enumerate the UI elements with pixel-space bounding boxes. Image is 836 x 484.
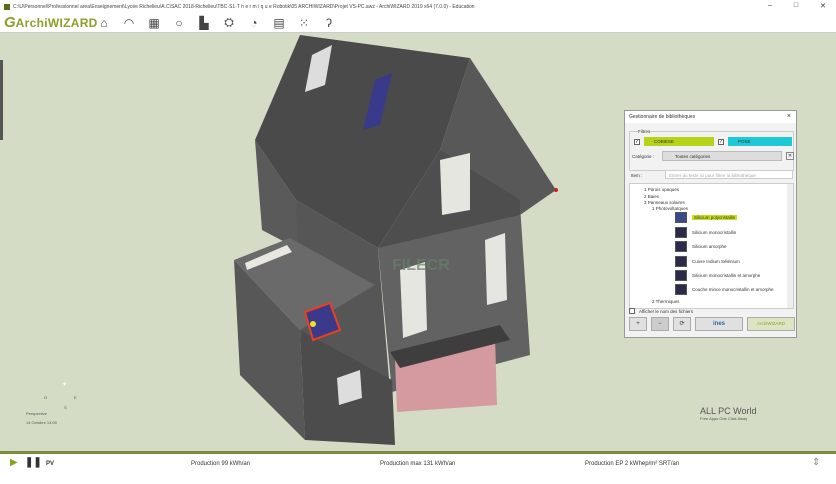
filters-group: Filtres ✓ COBIESE ✓ POSE Catégorie : Tou… bbox=[629, 129, 794, 171]
archiwizard-library-button[interactable]: ArchiWIZARD bbox=[747, 317, 795, 331]
filter2-chip[interactable]: POSE bbox=[728, 137, 792, 146]
tree-item[interactable]: Silicium amorphe bbox=[692, 244, 727, 249]
sun-icon: ✦ bbox=[62, 382, 68, 388]
tree-item[interactable]: 2 Baies bbox=[644, 194, 659, 199]
filter2-checkbox[interactable]: ✓ bbox=[718, 139, 724, 145]
mode-label: PV bbox=[46, 461, 55, 467]
filter1-checkbox[interactable]: ✓ bbox=[634, 139, 640, 145]
tree-item[interactable]: 1 Parois opaques bbox=[644, 187, 679, 192]
dialog-title: Gestionnaire de bibliothèques bbox=[629, 114, 696, 120]
tree-item[interactable]: Silicium monocristallin bbox=[692, 230, 736, 235]
compass: ✦ O E S Perspective 14 Octobre 13:00 bbox=[26, 382, 77, 425]
production-value: Production 99 kWh/an bbox=[191, 461, 251, 467]
pause-button[interactable]: ❚❚ bbox=[25, 457, 42, 468]
item-search-input[interactable]: Entrer du texte ici pour filtrer la bibl… bbox=[665, 170, 793, 179]
tree-item[interactable]: 2 Thermiques bbox=[652, 299, 679, 304]
ines-button[interactable]: ines bbox=[695, 317, 743, 331]
tree-item[interactable]: Silicium monocristallin et amorphe bbox=[692, 273, 760, 278]
clear-category-button[interactable]: ✕ bbox=[786, 152, 794, 160]
production-ep-value: Production EP 2 kWhep/m² SRT/an bbox=[585, 461, 680, 467]
tree-item[interactable]: Cuivre Indium Sélénium bbox=[692, 259, 740, 264]
remove-button[interactable]: − bbox=[651, 317, 669, 331]
filecr-watermark: FILECR bbox=[392, 257, 450, 274]
dialog-close-button[interactable]: × bbox=[787, 113, 791, 120]
filter1-chip[interactable]: COBIESE bbox=[644, 137, 714, 146]
tree-item[interactable]: Couche mince monocristallin et amorphe bbox=[692, 287, 774, 292]
tree-scrollbar[interactable] bbox=[787, 184, 793, 308]
tree-item[interactable]: 3 Panneaux solaires bbox=[644, 200, 685, 205]
category-select[interactable]: Toutes catégories bbox=[662, 151, 782, 161]
play-button[interactable]: ▶ bbox=[10, 457, 18, 468]
status-bar: ▶ ❚❚ PV Production 99 kWh/an Production … bbox=[0, 454, 836, 484]
show-names-checkbox[interactable] bbox=[629, 308, 635, 314]
add-button[interactable]: + bbox=[629, 317, 647, 331]
tree-item-selected[interactable]: Silicium polycristallin bbox=[692, 215, 738, 220]
scrollbar-left bbox=[0, 60, 3, 140]
allpcworld-watermark: ALL PC World Free Apps One Click Away bbox=[700, 406, 757, 421]
expand-icon[interactable]: ⇕ bbox=[812, 457, 820, 468]
library-tree[interactable]: 1 Parois opaques 2 Baies 3 Panneaux sola… bbox=[629, 183, 794, 309]
show-names-label: Afficher le nom des fichiers bbox=[639, 309, 693, 314]
library-manager-dialog: Gestionnaire de bibliothèques × Filtres ✓… bbox=[624, 110, 797, 338]
production-max-value: Production max 131 kWh/an bbox=[380, 461, 456, 467]
refresh-button[interactable]: ⟳ bbox=[673, 317, 691, 331]
tree-item[interactable]: 1 Photovoltaïques bbox=[652, 206, 688, 211]
